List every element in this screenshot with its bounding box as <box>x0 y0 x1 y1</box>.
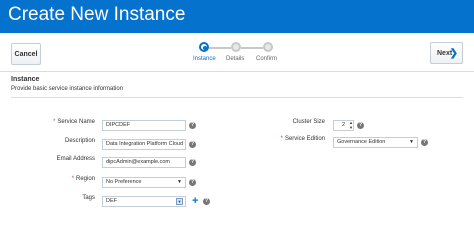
caret-down-icon: ▼ <box>177 179 182 185</box>
help-icon[interactable]: ? <box>357 122 364 129</box>
help-icon[interactable]: ? <box>189 141 196 148</box>
section-title: Instance <box>11 76 40 83</box>
caret-down-icon: ▼ <box>409 139 414 145</box>
stepper-down-icon[interactable]: ▼ <box>349 126 353 130</box>
help-icon[interactable]: ? <box>189 159 196 166</box>
description-label: Description <box>64 138 95 144</box>
service-edition-select[interactable]: Governance Edition ▼ <box>333 137 418 148</box>
required-marker: * <box>280 136 283 142</box>
help-icon[interactable]: ? <box>189 179 196 186</box>
service-edition-select-value: Governance Edition <box>337 139 386 145</box>
chevron-right-icon: ❯ <box>449 48 458 59</box>
train-connector <box>241 47 263 49</box>
tags-dropdown-icon[interactable]: ▼ <box>176 198 183 205</box>
cancel-button[interactable]: Cancel <box>11 43 41 65</box>
region-select-value: No Preference <box>106 179 142 185</box>
toolbar-divider <box>0 71 474 72</box>
section-divider <box>11 97 463 98</box>
cluster-size-value: 2 <box>342 122 346 128</box>
cluster-size-label: Cluster Size <box>292 119 325 125</box>
tags-input[interactable]: DEF <box>102 196 186 207</box>
service-name-label: * Service Name <box>52 119 95 125</box>
help-icon[interactable]: ? <box>203 198 210 205</box>
page-title: Create New Instance <box>8 4 186 25</box>
description-input[interactable]: Data Integration Platform Cloud f <box>102 139 186 150</box>
tags-label: Tags <box>82 195 95 201</box>
train-step-instance[interactable] <box>199 42 209 52</box>
service-edition-label: * Service Edition <box>280 136 325 142</box>
train-step-confirm[interactable] <box>263 42 273 52</box>
next-button[interactable]: Next ❯ <box>430 42 463 64</box>
section-description: Provide basic service instance informati… <box>11 86 124 92</box>
help-icon[interactable]: ? <box>189 122 196 129</box>
required-marker: * <box>71 176 74 182</box>
wizard-toolbar <box>0 33 474 71</box>
email-label: Email Address <box>56 156 95 162</box>
train-step-label-details: Details <box>226 56 245 62</box>
required-marker: * <box>52 119 56 125</box>
tags-input-value: DEF <box>106 198 117 204</box>
add-tag-icon[interactable]: + <box>192 196 198 207</box>
train-connector <box>209 47 231 49</box>
help-icon[interactable]: ? <box>421 139 428 146</box>
region-label: * Region <box>71 176 95 182</box>
region-select[interactable]: No Preference ▼ <box>102 177 186 188</box>
service-name-input[interactable]: DIPCDEF <box>102 120 186 131</box>
step-current-dot <box>203 46 207 50</box>
page-header: Create New Instance <box>0 0 474 33</box>
train-step-label-confirm: Confirm <box>256 56 278 62</box>
email-input[interactable]: dipcAdmin@example.com <box>102 157 186 168</box>
train-step-label-instance: Instance <box>193 56 216 62</box>
train-step-details[interactable] <box>231 42 241 52</box>
